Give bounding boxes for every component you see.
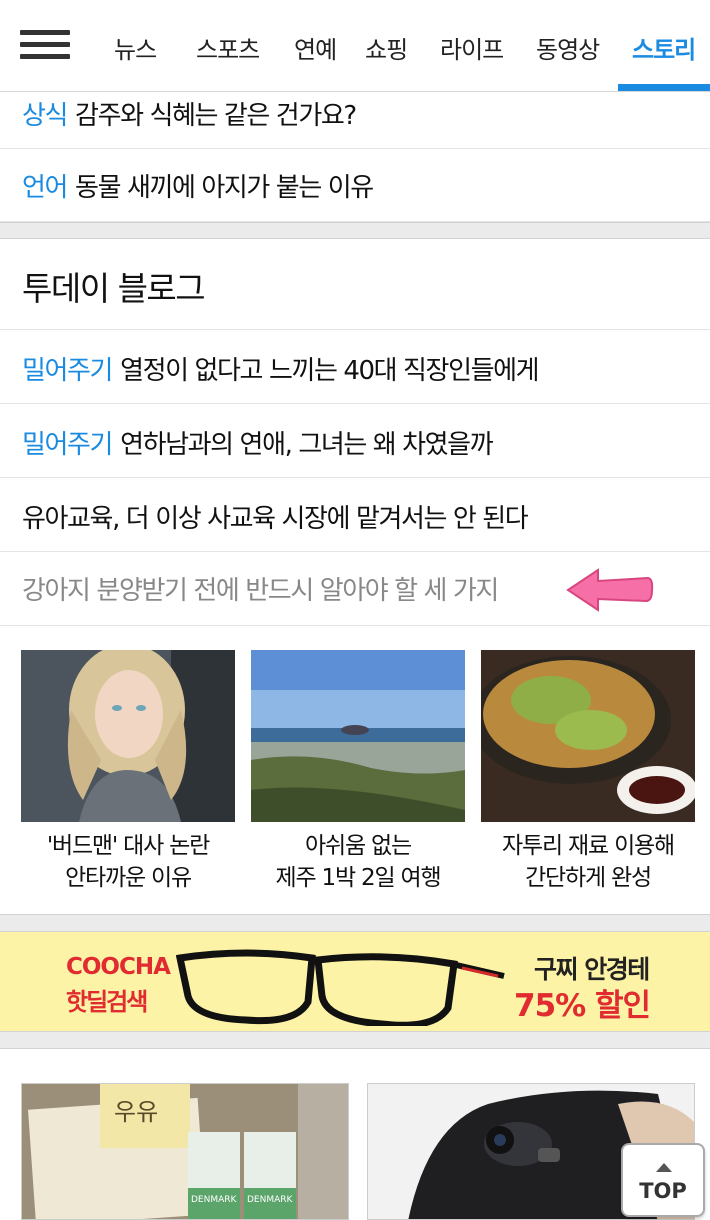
list-item-title: 강아지 분양받기 전에 반드시 알아야 할 세 가지 <box>22 576 499 606</box>
list-item-title: 유아교육, 더 이상 사교육 시장에 맡겨서는 안 된다 <box>22 504 529 534</box>
list-item[interactable]: 밀어주기 열정이 없다고 느끼는 40대 직장인들에게 <box>0 330 710 404</box>
list-item[interactable]: 언어 동물 새끼에 아지가 붙는 이유 <box>0 149 710 222</box>
thumbnail-caption[interactable]: 아쉬움 없는 제주 1박 2일 여행 <box>238 830 478 894</box>
scroll-to-top-button[interactable]: TOP <box>621 1143 705 1217</box>
category-label: 밀어주기 <box>22 430 113 460</box>
thumbnail-image[interactable] <box>481 650 695 822</box>
tab-video[interactable]: 동영상 <box>536 30 600 65</box>
list-item[interactable]: 밀어주기 연하남과의 연애, 그녀는 왜 차였을까 <box>0 404 710 478</box>
top-button-label: TOP <box>639 1179 687 1203</box>
active-tab-indicator <box>618 84 710 91</box>
list-item[interactable]: 유아교육, 더 이상 사교육 시장에 맡겨서는 안 된다 <box>0 478 710 552</box>
list-item-title: 열정이 없다고 느끼는 40대 직장인들에게 <box>120 356 539 386</box>
pink-arrow-icon <box>566 568 654 612</box>
section-divider <box>0 1031 710 1049</box>
coocha-logo: COOCHA <box>66 954 171 980</box>
category-label: 밀어주기 <box>22 356 113 386</box>
list-item-title: 동물 새끼에 아지가 붙는 이유 <box>75 173 374 203</box>
section-divider <box>0 222 710 239</box>
thumbnail-caption[interactable]: 자투리 재료 이용해 간단하게 완성 <box>468 830 708 894</box>
thumbnail-image[interactable]: 우유 DENMARK DENMARK <box>21 1083 349 1220</box>
category-label: 상식 <box>22 101 68 131</box>
svg-text:DENMARK: DENMARK <box>247 1195 294 1205</box>
category-label: 언어 <box>22 173 68 203</box>
chevron-up-icon <box>656 1163 672 1172</box>
tab-shopping[interactable]: 쇼핑 <box>365 30 408 65</box>
glasses-icon <box>176 949 505 1026</box>
section-title: 투데이 블로그 <box>22 269 206 308</box>
tab-life[interactable]: 라이프 <box>440 30 504 65</box>
list-item-title: 감주와 식혜는 같은 건가요? <box>75 101 357 131</box>
thumbnail-image[interactable] <box>251 650 465 822</box>
banner-logo-subtitle: 핫딜검색 <box>66 988 148 1016</box>
tab-story[interactable]: 스토리 <box>632 30 696 65</box>
svg-text:DENMARK: DENMARK <box>191 1195 238 1205</box>
list-item[interactable]: 상식 감주와 식혜는 같은 건가요? <box>0 93 710 149</box>
thumbnail-image[interactable] <box>21 650 235 822</box>
thumbnail-caption[interactable]: '버드맨' 대사 논란 안타까운 이유 <box>8 830 248 894</box>
menu-icon[interactable] <box>20 30 72 62</box>
list-item-title: 연하남과의 연애, 그녀는 왜 차였을까 <box>120 430 494 460</box>
top-navigation: 뉴스 스포츠 연예 쇼핑 라이프 동영상 스토리 <box>0 0 710 92</box>
tab-news[interactable]: 뉴스 <box>114 30 157 65</box>
banner-discount-text: 75% 할인 <box>514 988 651 1024</box>
section-divider <box>0 914 710 932</box>
tab-sports[interactable]: 스포츠 <box>196 30 260 65</box>
milk-label: 우유 <box>114 1098 158 1126</box>
tab-entertainment[interactable]: 연예 <box>294 30 337 65</box>
